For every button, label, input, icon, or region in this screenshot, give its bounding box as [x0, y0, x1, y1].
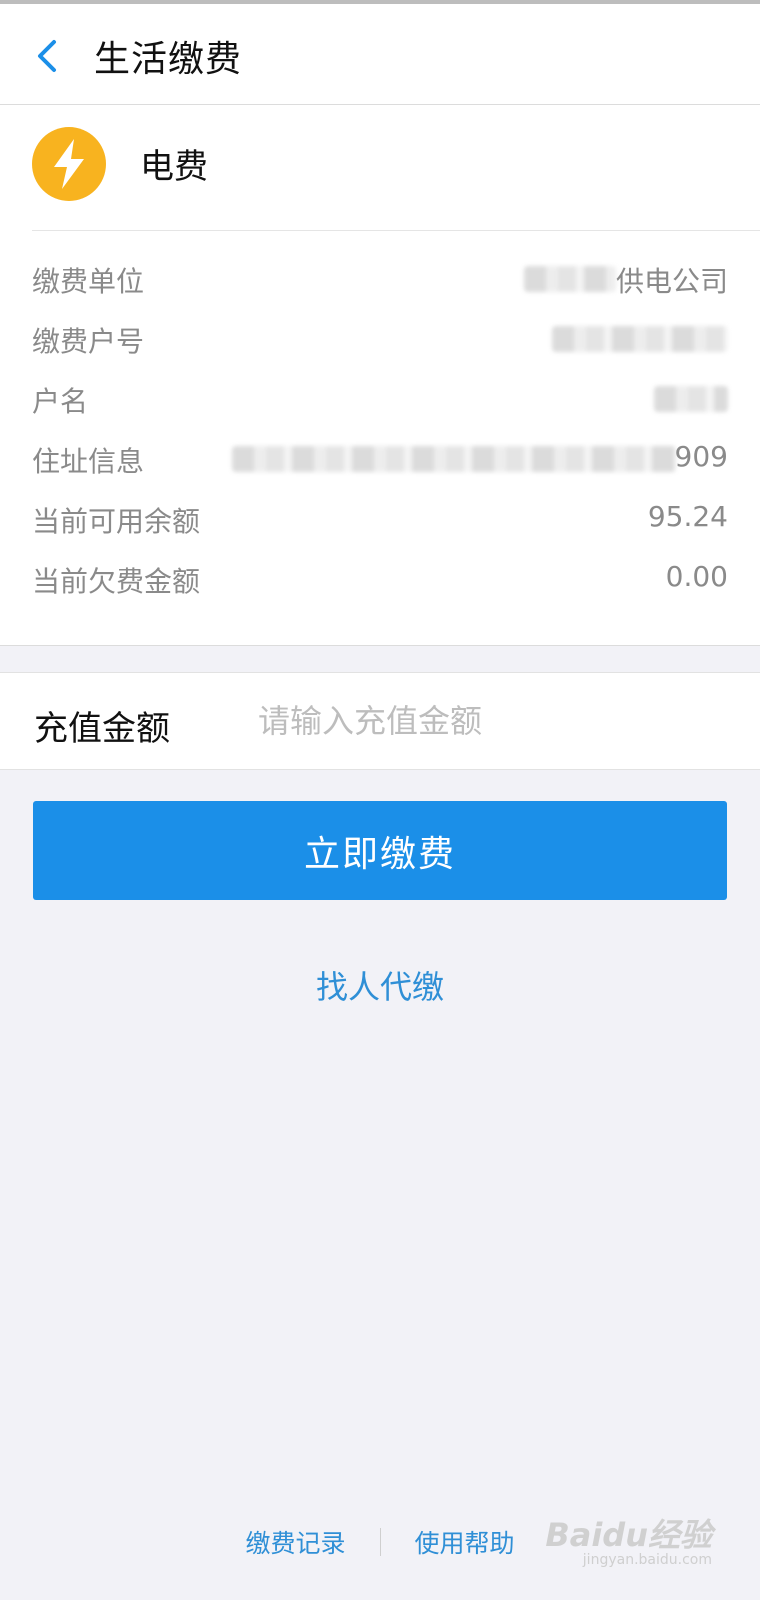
recharge-amount-input[interactable] — [256, 695, 730, 747]
biller-name: 电费 — [140, 147, 208, 187]
info-label: 缴费户号 — [32, 325, 145, 358]
bill-info-card: 电费 缴费单位 供电公司 缴费户号 户名 住址信息 909 当前可用余额 95.… — [0, 105, 760, 646]
pay-now-button[interactable]: 立即缴费 — [33, 801, 727, 900]
info-row-unit: 缴费单位 供电公司 — [32, 248, 728, 308]
info-label: 户名 — [32, 385, 89, 418]
watermark-url: jingyan.baidu.com — [582, 1552, 712, 1568]
back-arrow-icon[interactable] — [32, 36, 62, 76]
help-link[interactable]: 使用帮助 — [414, 1524, 514, 1560]
lightning-icon — [32, 127, 106, 201]
page-title: 生活缴费 — [94, 39, 243, 80]
payment-records-link[interactable]: 缴费记录 — [246, 1524, 346, 1560]
info-value: 供电公司 — [615, 265, 728, 298]
info-label: 当前可用余额 — [32, 505, 201, 538]
watermark-brand: Baidu经验 — [545, 1516, 712, 1554]
find-proxy-link[interactable]: 找人代缴 — [0, 962, 760, 1008]
card-divider — [32, 230, 760, 231]
recharge-label: 充值金额 — [34, 709, 170, 749]
recharge-amount-row: 充值金额 — [0, 672, 760, 770]
info-row-arrears: 当前欠费金额 0.00 — [32, 548, 728, 608]
info-label: 当前欠费金额 — [32, 565, 201, 598]
info-value: 95.24 — [647, 500, 728, 533]
redacted-value — [654, 386, 728, 412]
info-label: 缴费单位 — [32, 265, 145, 298]
redacted-value — [232, 446, 676, 472]
info-value: 909 — [674, 440, 728, 473]
info-row-account: 缴费户号 — [32, 308, 728, 368]
info-value: 0.00 — [665, 560, 728, 593]
info-row-address: 住址信息 909 — [32, 428, 728, 488]
redacted-value — [552, 326, 728, 352]
info-label: 住址信息 — [32, 445, 145, 478]
info-row-balance: 当前可用余额 95.24 — [32, 488, 728, 548]
nav-header: 生活缴费 — [0, 4, 760, 105]
info-row-name: 户名 — [32, 368, 728, 428]
footer-separator — [379, 1528, 381, 1556]
redacted-value — [524, 266, 616, 292]
